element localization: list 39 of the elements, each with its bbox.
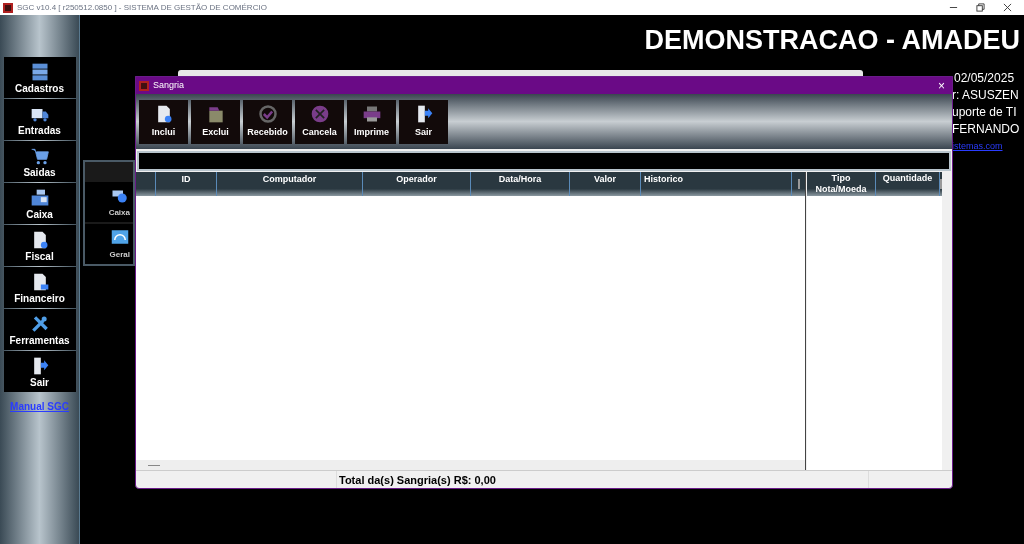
- company-title: DEMONSTRACAO - AMADEU: [644, 24, 1020, 57]
- sidebar-button[interactable]: Financeiro: [3, 267, 76, 308]
- info-text: 02/05/2025: [954, 70, 1016, 87]
- window-title: SGC v10.4 [ r250512.0850 ] - SISTEMA DE GESTÃO DE COMÉRCIO: [17, 1, 267, 14]
- sidebar-button[interactable]: Cadastros: [3, 57, 76, 98]
- toolbar-button[interactable]: Imprime: [347, 99, 396, 144]
- column-header[interactable]: Tipo Nota/Moeda: [807, 172, 876, 196]
- app-icon: [139, 80, 149, 91]
- column-header[interactable]: ID: [156, 172, 217, 196]
- sidebar-button[interactable]: Fiscal: [3, 225, 76, 266]
- submenu-button[interactable]: Geral: [85, 224, 133, 264]
- gauge-icon: [110, 227, 130, 246]
- submenu-button[interactable]: Caixa: [85, 182, 133, 222]
- sidebar-button[interactable]: Ferramentas: [3, 309, 76, 350]
- column-header[interactable]: Operador: [363, 172, 471, 196]
- sidebar-button[interactable]: Entradas: [3, 99, 76, 140]
- info-text: r: ASUSZEN: [952, 87, 1020, 104]
- sidebar-button[interactable]: Caixa: [3, 183, 76, 224]
- column-header[interactable]: Historico: [641, 172, 792, 196]
- close-icon[interactable]: [1003, 3, 1012, 12]
- restore-icon[interactable]: [976, 3, 985, 12]
- column-header[interactable]: Data/Hora: [471, 172, 570, 196]
- check-circle-icon: [257, 103, 278, 124]
- app-icon: [3, 2, 13, 13]
- sidebar-button[interactable]: Saidas: [3, 141, 76, 182]
- close-button[interactable]: ×: [938, 79, 945, 92]
- toolbar-button[interactable]: Sair: [399, 99, 448, 144]
- toolbar-button[interactable]: Inclui: [139, 99, 188, 144]
- info-text: uporte de TI: [952, 104, 1018, 121]
- toolbar-button[interactable]: Exclui: [191, 99, 240, 144]
- status-bar-text: Total da(s) Sangria(s) R$: 0,00: [337, 471, 869, 488]
- cancel-icon: [309, 103, 330, 124]
- dialog-title: Sangria: [153, 78, 185, 92]
- toolbar-button[interactable]: Cancela: [295, 99, 344, 144]
- column-header[interactable]: Computador: [217, 172, 363, 196]
- column-header[interactable]: Valor: [570, 172, 641, 196]
- sidebar-button[interactable]: Sair: [3, 351, 76, 392]
- toolbar-button[interactable]: Recebido: [243, 99, 292, 144]
- info-text: FERNANDO: [952, 121, 1020, 138]
